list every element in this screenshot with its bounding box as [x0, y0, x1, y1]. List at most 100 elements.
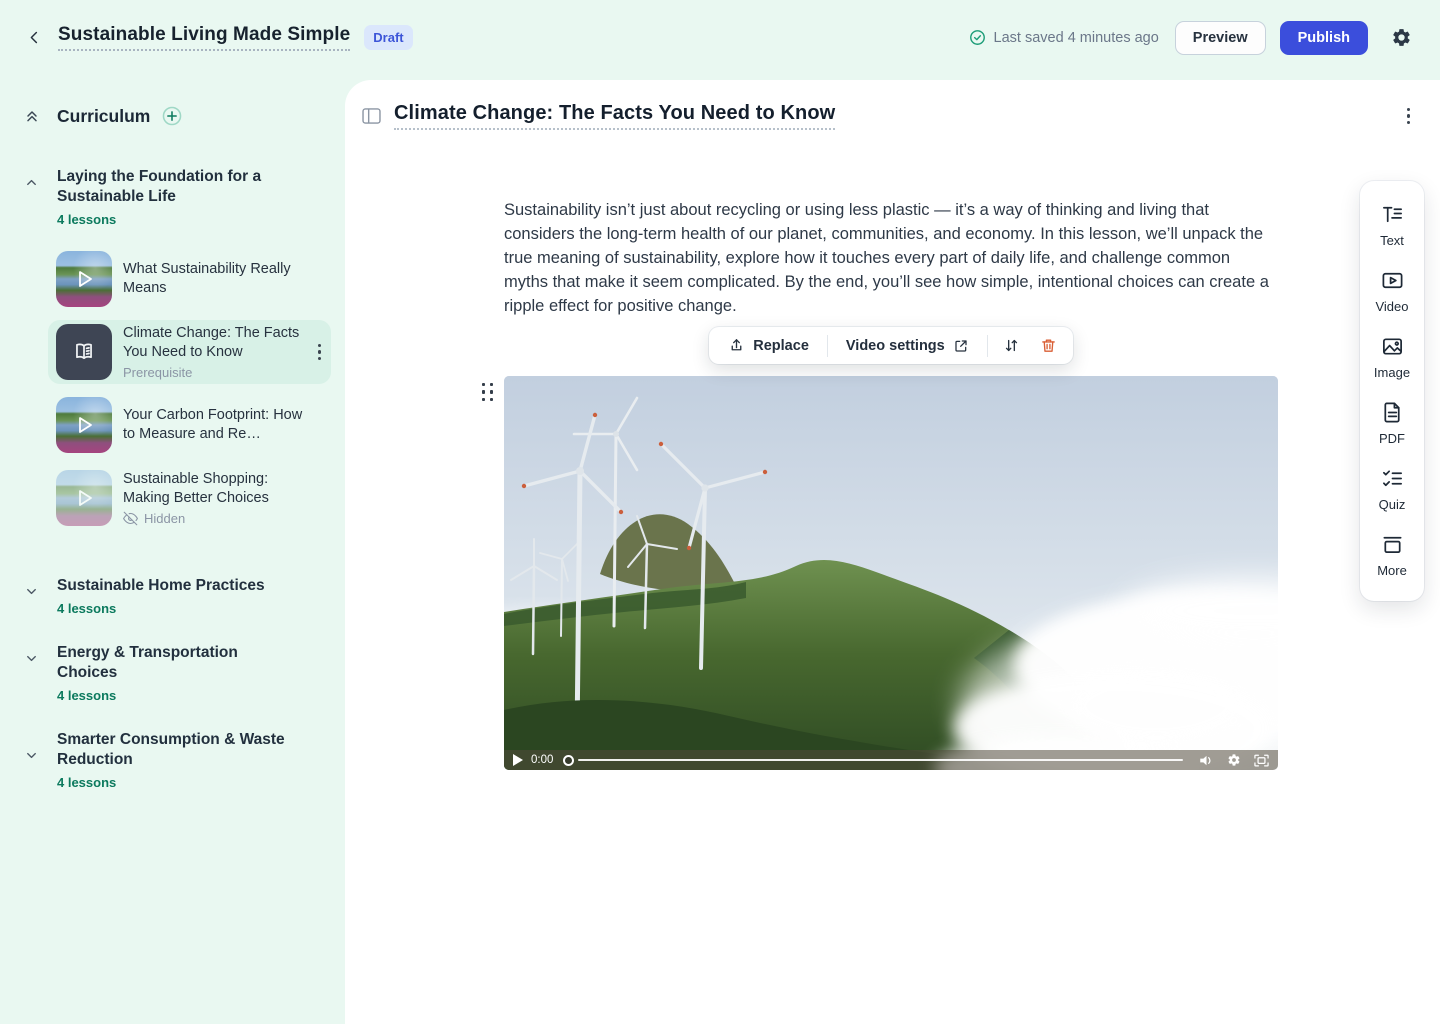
curriculum-header: Curriculum — [24, 105, 327, 127]
wind-turbines-scene — [504, 376, 1278, 770]
curriculum-section: Smarter Consumption & Waste Reduction 4 … — [0, 730, 345, 790]
external-link-icon — [953, 338, 969, 354]
scrubber-knob[interactable] — [563, 755, 574, 766]
last-saved-status: Last saved 4 minutes ago — [969, 29, 1159, 46]
curriculum-title: Curriculum — [57, 106, 150, 127]
player-settings-button[interactable] — [1227, 753, 1241, 767]
block-tools-panel: Text Video Image PDF Quiz More — [1360, 181, 1424, 601]
tool-label: PDF — [1379, 431, 1405, 446]
tool-text[interactable]: Text — [1360, 192, 1424, 258]
video-settings-button[interactable]: Video settings — [834, 332, 981, 360]
reading-lesson-tile — [56, 324, 112, 380]
section-lesson-count: 4 lessons — [57, 688, 287, 703]
course-title[interactable]: Sustainable Living Made Simple — [58, 24, 350, 51]
curriculum-section: Energy & Transportation Choices 4 lesson… — [0, 643, 345, 703]
section-header[interactable]: Laying the Foundation for a Sustainable … — [24, 167, 327, 227]
collapse-all-button[interactable] — [24, 108, 40, 124]
top-header: Sustainable Living Made Simple Draft Las… — [0, 0, 1440, 75]
lesson-title: Sustainable Shopping: Making Better Choi… — [123, 470, 305, 508]
video-block-toolbar: Replace Video settings — [709, 327, 1072, 364]
lesson-content: Sustainability isn’t just about recyclin… — [504, 198, 1278, 770]
toolbar-divider — [827, 335, 828, 357]
volume-button[interactable] — [1199, 754, 1214, 767]
play-overlay-icon — [56, 397, 112, 453]
tool-label: Image — [1374, 365, 1410, 380]
lesson-title: What Sustainability Really Means — [123, 260, 305, 298]
toolbar-divider — [987, 335, 988, 357]
chevron-down-icon — [24, 651, 40, 703]
tool-pdf[interactable]: PDF — [1360, 390, 1424, 456]
section-header[interactable]: Sustainable Home Practices 4 lessons — [24, 576, 327, 616]
section-header[interactable]: Smarter Consumption & Waste Reduction 4 … — [24, 730, 327, 790]
tool-label: More — [1377, 563, 1407, 578]
lesson-editor-canvas: Climate Change: The Facts You Need to Kn… — [345, 80, 1440, 1024]
tool-image[interactable]: Image — [1360, 324, 1424, 390]
tool-label: Text — [1380, 233, 1404, 248]
tool-quiz[interactable]: Quiz — [1360, 456, 1424, 522]
scrubber-track[interactable] — [578, 759, 1183, 761]
section-title: Smarter Consumption & Waste Reduction — [57, 730, 287, 770]
section-title: Laying the Foundation for a Sustainable … — [57, 167, 287, 207]
drag-handle[interactable] — [480, 381, 496, 403]
play-overlay-icon — [56, 251, 112, 307]
play-button[interactable] — [513, 754, 523, 766]
lesson-title-heading[interactable]: Climate Change: The Facts You Need to Kn… — [394, 102, 835, 130]
lesson-row-climate-change[interactable]: Climate Change: The Facts You Need to Kn… — [48, 320, 331, 384]
status-badge: Draft — [364, 25, 412, 50]
video-block[interactable]: 0:00 — [504, 376, 1278, 770]
publish-button[interactable]: Publish — [1280, 21, 1368, 55]
chevron-up-icon — [24, 175, 40, 227]
lesson-video-thumbnail — [56, 251, 112, 307]
move-block-button[interactable] — [994, 331, 1029, 360]
lesson-title: Climate Change: The Facts You Need to Kn… — [123, 324, 305, 362]
preview-button[interactable]: Preview — [1175, 21, 1266, 55]
sort-arrows-icon — [1003, 337, 1020, 354]
chevron-down-icon — [24, 748, 40, 790]
section-lesson-count: 4 lessons — [57, 775, 287, 790]
check-circle-icon — [969, 29, 986, 46]
image-block-icon — [1381, 335, 1404, 358]
curriculum-section: Sustainable Home Practices 4 lessons — [0, 576, 345, 616]
replace-button[interactable]: Replace — [716, 331, 821, 360]
toggle-sidebar-button[interactable] — [362, 108, 381, 124]
chevron-down-icon — [24, 584, 40, 616]
tool-label: Quiz — [1379, 497, 1406, 512]
section-header[interactable]: Energy & Transportation Choices 4 lesson… — [24, 643, 327, 703]
book-open-icon — [71, 339, 97, 365]
lesson-row-sustainable-shopping[interactable]: Sustainable Shopping: Making Better Choi… — [48, 466, 331, 530]
quiz-block-icon — [1381, 467, 1404, 490]
more-blocks-icon — [1381, 533, 1404, 556]
section-lesson-count: 4 lessons — [57, 601, 265, 616]
lesson-row-what-sustainability[interactable]: What Sustainability Really Means — [48, 247, 331, 311]
back-button[interactable] — [22, 26, 46, 50]
plus-circle-icon — [161, 105, 183, 127]
lesson-options-kebab[interactable] — [1403, 104, 1414, 128]
curriculum-sidebar: Curriculum Laying the Foundation for a S… — [0, 75, 345, 1024]
settings-button[interactable] — [1388, 25, 1414, 51]
lesson-paragraph[interactable]: Sustainability isn’t just about recyclin… — [504, 198, 1278, 318]
panel-layout-icon — [362, 108, 381, 124]
tool-more[interactable]: More — [1360, 522, 1424, 588]
section-title: Energy & Transportation Choices — [57, 643, 287, 683]
back-chevron-icon — [27, 30, 42, 45]
section-title: Sustainable Home Practices — [57, 576, 265, 596]
lesson-row-carbon-footprint[interactable]: Your Carbon Footprint: How to Measure an… — [48, 393, 331, 457]
fullscreen-button[interactable] — [1254, 754, 1269, 767]
lesson-hidden-label: Hidden — [123, 511, 305, 526]
video-preview: 0:00 — [504, 376, 1278, 770]
collapse-all-chevrons-icon — [24, 108, 40, 124]
lesson-header: Climate Change: The Facts You Need to Kn… — [362, 102, 1414, 130]
lesson-prerequisite-label: Prerequisite — [123, 365, 305, 380]
trash-icon — [1040, 337, 1057, 354]
lesson-kebab-menu[interactable] — [314, 340, 325, 364]
delete-block-button[interactable] — [1031, 331, 1066, 360]
play-overlay-icon — [56, 470, 112, 526]
pdf-block-icon — [1381, 401, 1404, 424]
eye-off-icon — [123, 511, 138, 526]
section-lesson-count: 4 lessons — [57, 212, 287, 227]
gear-icon — [1391, 27, 1412, 48]
tool-video[interactable]: Video — [1360, 258, 1424, 324]
video-timestamp: 0:00 — [531, 754, 553, 766]
lesson-list: What Sustainability Really Means Climate… — [48, 247, 331, 530]
add-section-button[interactable] — [161, 105, 183, 127]
